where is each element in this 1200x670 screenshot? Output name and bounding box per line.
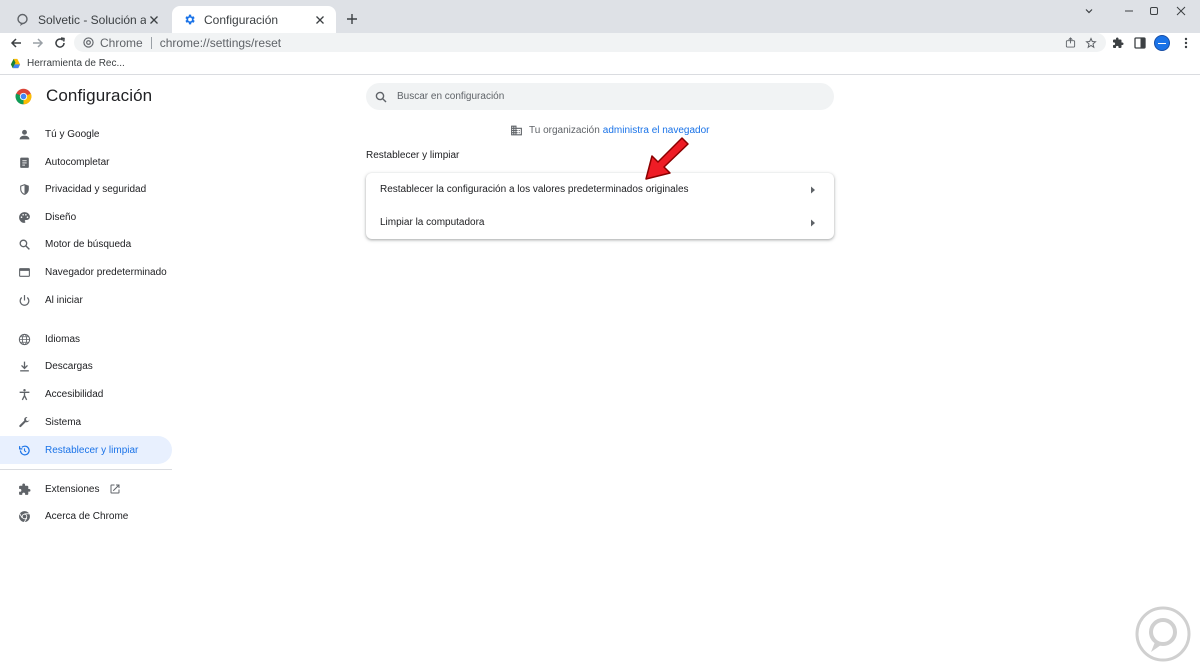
palette-icon — [16, 209, 32, 225]
settings-header: Configuración — [15, 86, 152, 106]
back-button[interactable] — [7, 34, 25, 52]
sidebar-item-al-iniciar[interactable]: Al iniciar — [0, 286, 172, 314]
tab-strip: Solvetic - Solución a los problem Config… — [0, 0, 1200, 33]
sidebar-item-accesibilidad[interactable]: Accesibilidad — [0, 380, 172, 408]
site-chip[interactable]: Chrome — [74, 36, 143, 50]
side-panel-icon[interactable] — [1131, 34, 1149, 52]
reload-button[interactable] — [51, 34, 69, 52]
search-icon — [375, 91, 387, 102]
puzzle-icon — [16, 481, 32, 497]
sidebar-item-label: Diseño — [45, 211, 77, 223]
bookmark-label: Herramienta de Rec... — [27, 58, 125, 69]
close-icon[interactable] — [146, 12, 162, 28]
sidebar-item-idiomas[interactable]: Idiomas — [0, 325, 172, 353]
sidebar-item-privacidad[interactable]: Privacidad y seguridad — [0, 175, 172, 203]
sidebar-item-label: Descargas — [45, 360, 93, 372]
extensions-puzzle-icon[interactable] — [1109, 34, 1127, 52]
person-icon — [16, 126, 32, 142]
cleanup-computer-row[interactable]: Limpiar la computadora — [366, 206, 834, 239]
accessibility-icon — [16, 386, 32, 402]
sidebar-item-label: Restablecer y limpiar — [45, 444, 139, 456]
sidebar-item-sistema[interactable]: Sistema — [0, 408, 172, 436]
sidebar-divider — [0, 469, 172, 470]
profile-avatar[interactable] — [1154, 35, 1170, 51]
more-menu-icon[interactable] — [1177, 34, 1195, 52]
watermark-logo-icon — [1135, 606, 1191, 662]
bookmarks-bar: Herramienta de Rec... — [0, 55, 1200, 75]
sidebar-item-diseno[interactable]: Diseño — [0, 203, 172, 231]
chrome-icon — [16, 508, 32, 524]
sidebar-item-label: Idiomas — [45, 333, 81, 345]
new-tab-button[interactable] — [342, 9, 362, 29]
share-icon[interactable] — [1061, 33, 1079, 52]
url-text[interactable]: chrome://settings/reset — [160, 36, 281, 50]
sidebar-item-label: Autocompletar — [45, 156, 110, 168]
sidebar-item-acerca-de-chrome[interactable]: Acerca de Chrome — [0, 502, 172, 530]
address-bar[interactable]: Chrome chrome://settings/reset — [74, 33, 1106, 52]
settings-search-input[interactable]: Buscar en configuración — [366, 83, 834, 110]
sidebar-item-descargas[interactable]: Descargas — [0, 352, 172, 380]
wrench-icon — [16, 414, 32, 430]
drive-icon — [10, 58, 21, 69]
search-icon — [16, 236, 32, 252]
omnibox-divider — [150, 36, 152, 49]
close-window-button[interactable] — [1158, 0, 1200, 22]
sidebar-item-motor-busqueda[interactable]: Motor de búsqueda — [0, 230, 172, 258]
site-label: Chrome — [100, 35, 143, 50]
forward-button[interactable] — [29, 34, 47, 52]
sidebar-item-label: Acerca de Chrome — [45, 510, 129, 522]
managed-text: Tu organización — [529, 125, 600, 136]
row-label: Limpiar la computadora — [380, 217, 485, 228]
sidebar-item-label: Navegador predeterminado — [45, 266, 167, 278]
sidebar-item-autocompletar[interactable]: Autocompletar — [0, 148, 172, 176]
download-icon — [16, 358, 32, 374]
building-icon — [511, 125, 522, 136]
tab-title: Configuración — [204, 12, 279, 27]
arrow-right-icon — [808, 186, 818, 194]
close-icon[interactable] — [312, 12, 328, 28]
chrome-logo-icon — [83, 37, 94, 48]
chrome-logo-icon — [15, 88, 32, 104]
search-placeholder: Buscar en configuración — [397, 91, 505, 102]
clipboard-icon — [16, 154, 32, 170]
arrow-right-icon — [808, 219, 818, 227]
reset-card: Restablecer la configuración a los valor… — [366, 173, 834, 239]
power-icon — [16, 292, 32, 308]
annotation-arrow-icon — [645, 137, 689, 180]
row-label: Restablecer la configuración a los valor… — [380, 184, 689, 195]
browser-icon — [16, 264, 32, 280]
gear-icon — [182, 13, 196, 27]
sidebar-item-label: Extensiones — [45, 483, 100, 495]
sidebar-item-restablecer[interactable]: Restablecer y limpiar — [0, 436, 172, 464]
sidebar-item-label: Sistema — [45, 416, 82, 428]
globe-icon — [16, 331, 32, 347]
tab-configuracion[interactable]: Configuración — [172, 6, 336, 33]
sidebar-item-label: Al iniciar — [45, 294, 83, 306]
bookmark-item[interactable]: Herramienta de Rec... — [10, 58, 125, 69]
shield-icon — [16, 181, 32, 197]
sidebar-item-label: Motor de búsqueda — [45, 238, 132, 250]
sidebar-item-extensiones[interactable]: Extensiones — [0, 475, 172, 503]
tab-solvetic[interactable]: Solvetic - Solución a los problem — [6, 6, 170, 33]
sidebar-item-tu-y-google[interactable]: Tú y Google — [0, 120, 172, 148]
page-title: Configuración — [46, 86, 153, 105]
section-title: Restablecer y limpiar — [366, 150, 460, 161]
sidebar-item-navegador-predeterminado[interactable]: Navegador predeterminado — [0, 258, 172, 286]
reset-settings-row[interactable]: Restablecer la configuración a los valor… — [366, 173, 834, 206]
sidebar-item-label: Privacidad y seguridad — [45, 183, 147, 195]
solvetic-icon — [16, 13, 30, 27]
tab-search-icon[interactable] — [1066, 0, 1111, 22]
open-in-new-icon — [109, 483, 121, 495]
tab-title: Solvetic - Solución a los problem — [38, 12, 146, 27]
sidebar-item-label: Accesibilidad — [45, 388, 104, 400]
bookmark-star-icon[interactable] — [1082, 33, 1100, 52]
sidebar-item-label: Tú y Google — [45, 128, 100, 140]
toolbar: Chrome chrome://settings/reset — [0, 33, 1200, 53]
reset-icon — [16, 442, 32, 458]
